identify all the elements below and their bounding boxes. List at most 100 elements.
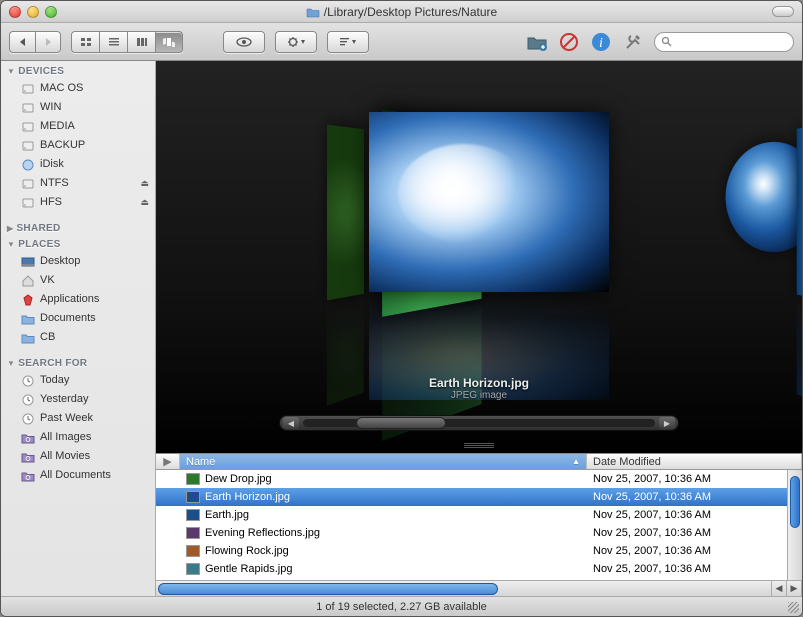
disclosure-icon: ▼ — [7, 67, 15, 76]
zoom-button[interactable] — [45, 6, 57, 18]
horizontal-scroll-thumb[interactable] — [158, 583, 498, 595]
sidebar-item-desktop[interactable]: Desktop — [1, 252, 155, 271]
sidebar-item-vk[interactable]: VK — [1, 271, 155, 290]
file-date: Nov 25, 2007, 10:36 AM — [593, 509, 711, 521]
sidebar-item-media[interactable]: MEDIA — [1, 117, 155, 136]
sidebar-item-backup[interactable]: BACKUP — [1, 136, 155, 155]
sidebar-item-all-documents[interactable]: All Documents — [1, 466, 155, 485]
column-view-button[interactable] — [127, 31, 155, 53]
date-column-header[interactable]: Date Modified — [587, 454, 802, 469]
file-thumb-icon — [186, 509, 200, 521]
expand-column[interactable]: ▶ — [156, 454, 180, 469]
back-button[interactable] — [9, 31, 35, 53]
sidebar-item-label: Past Week — [40, 411, 93, 426]
window-controls — [9, 6, 57, 18]
vertical-scroll-thumb[interactable] — [790, 476, 800, 528]
search-input[interactable] — [672, 36, 787, 48]
eject-icon[interactable]: ⏏ — [140, 176, 149, 191]
close-button[interactable] — [9, 6, 21, 18]
sidebar-item-label: All Images — [40, 430, 91, 445]
search-field[interactable] — [654, 32, 794, 52]
sidebar-item-hfs[interactable]: HFS ⏏ — [1, 193, 155, 212]
sidebar-item-all-images[interactable]: All Images — [1, 428, 155, 447]
sidebar-item-yesterday[interactable]: Yesterday — [1, 390, 155, 409]
sidebar-item-applications[interactable]: Applications — [1, 290, 155, 309]
file-rows: Dew Drop.jpg Nov 25, 2007, 10:36 AM Earth … — [156, 470, 787, 580]
coverflow-scrollbar[interactable]: ◀ ▶ — [279, 415, 679, 431]
sidebar-item-past-week[interactable]: Past Week — [1, 409, 155, 428]
new-folder-button[interactable] — [526, 31, 548, 53]
coverflow-area[interactable]: Earth Horizon.jpg JPEG image ◀ ▶ — [156, 61, 802, 453]
sidebar-item-documents[interactable]: Documents — [1, 309, 155, 328]
file-name: Earth.jpg — [205, 509, 249, 521]
coverflow-scroll-track[interactable] — [303, 419, 655, 427]
coverflow-item-far-left[interactable] — [327, 125, 364, 301]
file-thumb-icon — [186, 545, 200, 557]
hdd-icon — [21, 82, 35, 96]
file-thumb-icon — [186, 527, 200, 539]
disclosure-icon: ▶ — [7, 224, 13, 233]
quicklook-button[interactable] — [223, 31, 265, 53]
file-row[interactable]: Evening Reflections.jpgNov 25, 2007, 10:… — [156, 524, 787, 542]
disclosure-icon: ▶ — [163, 455, 171, 468]
resize-handle[interactable] — [788, 602, 799, 613]
info-button[interactable]: i — [590, 31, 612, 53]
arrange-menu-button[interactable] — [327, 31, 369, 53]
coverflow-scroll-left[interactable]: ◀ — [283, 417, 299, 429]
sidebar-item-ntfs[interactable]: NTFS⏏ — [1, 174, 155, 193]
file-date: Nov 25, 2007, 10:36 AM — [593, 545, 711, 557]
file-row[interactable]: Flowing Rock.jpgNov 25, 2007, 10:36 AM — [156, 542, 787, 560]
file-thumb-icon — [186, 491, 200, 503]
name-column-header[interactable]: Name▲ — [180, 454, 587, 469]
sidebar-item-label: HFS — [40, 195, 62, 210]
coverflow-stage — [156, 61, 802, 363]
idisk-icon — [21, 158, 35, 172]
toolbar-toggle-button[interactable] — [772, 6, 794, 17]
forward-button[interactable] — [35, 31, 61, 53]
sidebar-section-places[interactable]: ▼PLACES — [1, 236, 155, 252]
file-row[interactable]: Dew Drop.jpg Nov 25, 2007, 10:36 AM — [156, 470, 787, 488]
smart-icon — [21, 431, 35, 445]
action-menu-button[interactable] — [275, 31, 317, 53]
sidebar-item-cb[interactable]: CB — [1, 328, 155, 347]
file-row[interactable]: Gentle Rapids.jpgNov 25, 2007, 10:36 AM — [156, 560, 787, 578]
coverflow-item-center[interactable] — [369, 112, 609, 292]
scroll-left-button[interactable]: ◀ — [772, 581, 787, 596]
coverflow-item-far-right[interactable] — [797, 125, 802, 299]
utilities-button[interactable] — [622, 31, 644, 53]
scroll-right-button[interactable]: ▶ — [787, 581, 802, 596]
coverflow-view-button[interactable] — [155, 31, 183, 53]
coverflow-item-right[interactable] — [726, 139, 802, 256]
sidebar-section-shared[interactable]: ▶SHARED — [1, 220, 155, 236]
minimize-button[interactable] — [27, 6, 39, 18]
sidebar-item-win[interactable]: WIN — [1, 98, 155, 117]
sidebar-section-search for[interactable]: ▼SEARCH FOR — [1, 355, 155, 371]
status-bar: 1 of 19 selected, 2.27 GB available — [1, 596, 802, 616]
icon-view-button[interactable] — [71, 31, 99, 53]
sidebar-item-label: MEDIA — [40, 119, 75, 134]
delete-button[interactable] — [558, 31, 580, 53]
folder-icon — [21, 312, 35, 326]
sidebar-item-idisk[interactable]: iDisk — [1, 155, 155, 174]
file-name: Dew Drop.jpg — [205, 473, 272, 485]
list-view-button[interactable] — [99, 31, 127, 53]
sidebar-item-all-movies[interactable]: All Movies — [1, 447, 155, 466]
sidebar-item-label: Desktop — [40, 254, 80, 269]
sidebar-item-today[interactable]: Today — [1, 371, 155, 390]
eject-icon[interactable]: ⏏ — [140, 195, 149, 210]
file-row[interactable]: Earth Horizon.jpgNov 25, 2007, 10:36 AM — [156, 488, 787, 506]
sidebar-item-label: MAC OS — [40, 81, 83, 96]
title-text: /Library/Desktop Pictures/Nature — [324, 5, 497, 19]
sidebar-item-mac-os[interactable]: MAC OS — [1, 79, 155, 98]
split-handle[interactable] — [459, 443, 499, 449]
disclosure-icon: ▼ — [7, 359, 15, 368]
desktop-icon — [21, 255, 35, 269]
sidebar-section-devices[interactable]: ▼DEVICES — [1, 63, 155, 79]
horizontal-scrollbar[interactable]: ◀ ▶ — [156, 580, 802, 596]
vertical-scrollbar[interactable] — [787, 470, 802, 580]
file-date: Nov 25, 2007, 10:36 AM — [593, 473, 711, 485]
coverflow-scroll-thumb[interactable] — [356, 417, 446, 429]
file-row[interactable]: Earth.jpg Nov 25, 2007, 10:36 AM — [156, 506, 787, 524]
hdd-icon — [21, 139, 35, 153]
coverflow-scroll-right[interactable]: ▶ — [659, 417, 675, 429]
